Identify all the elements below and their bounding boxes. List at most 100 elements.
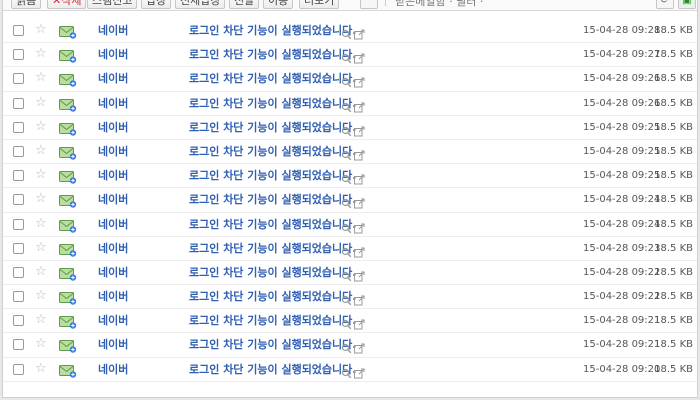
search-icon[interactable] <box>341 98 352 112</box>
sender-link[interactable]: 네이버 <box>98 23 128 38</box>
star-icon[interactable]: ☆ <box>35 264 47 280</box>
row-checkbox[interactable] <box>13 194 24 206</box>
subject-link[interactable]: 로그인 차단 기능이 실행되었습니다. <box>189 71 356 86</box>
forward-button[interactable]: 전달 <box>229 0 260 9</box>
search-icon[interactable] <box>341 194 352 209</box>
sender-link[interactable]: 네이버 <box>98 217 128 232</box>
mail-row[interactable]: ☆ 네이버 로그인 차단 기능이 실행되었습니다. 15-04-28 09:27 <box>3 43 697 68</box>
open-window-icon[interactable] <box>354 194 365 209</box>
search-icon[interactable] <box>341 315 352 330</box>
open-window-icon[interactable] <box>354 315 365 330</box>
row-checkbox[interactable] <box>13 242 24 254</box>
star-icon[interactable]: ☆ <box>35 70 47 86</box>
mail-row[interactable]: ☆ 네이버 로그인 차단 기능이 실행되었습니다. 15-04-28 09:21 <box>3 333 697 358</box>
sender-link[interactable]: 네이버 <box>98 192 128 207</box>
sender-link[interactable]: 네이버 <box>98 120 128 135</box>
row-checkbox[interactable] <box>13 25 24 36</box>
star-icon[interactable]: ☆ <box>35 95 47 111</box>
star-icon[interactable]: ☆ <box>35 216 47 232</box>
search-icon[interactable] <box>341 146 352 161</box>
search-icon[interactable] <box>341 243 352 257</box>
search-icon[interactable] <box>341 170 352 185</box>
mail-row[interactable]: ☆ 네이버 로그인 차단 기능이 실행되었습니다. 15-04-28 09:22 <box>3 261 697 286</box>
subject-link[interactable]: 로그인 차단 기능이 실행되었습니다. <box>189 96 356 111</box>
sender-link[interactable]: 네이버 <box>98 289 128 304</box>
row-checkbox[interactable] <box>13 49 24 61</box>
mail-row[interactable]: ☆ 네이버 로그인 차단 기능이 실행되었습니다. 15-04-28 09:26 <box>3 67 697 92</box>
row-checkbox[interactable] <box>13 291 24 303</box>
star-icon[interactable]: ☆ <box>35 288 47 304</box>
row-checkbox[interactable] <box>13 339 24 351</box>
open-window-icon[interactable] <box>354 219 365 233</box>
subject-link[interactable]: 로그인 차단 기능이 실행되었습니다. <box>189 23 356 38</box>
star-icon[interactable]: ☆ <box>35 46 47 62</box>
sender-link[interactable]: 네이버 <box>98 96 128 111</box>
open-window-icon[interactable] <box>354 267 365 282</box>
mail-row[interactable]: ☆ 네이버 로그인 차단 기능이 실행되었습니다. 15-04-28 09:28 <box>3 19 697 44</box>
subject-link[interactable]: 로그인 차단 기능이 실행되었습니다. <box>189 192 356 207</box>
mail-row[interactable]: ☆ 네이버 로그인 차단 기능이 실행되었습니다. 15-04-28 09:25 <box>3 140 697 165</box>
mail-row[interactable]: ☆ 네이버 로그인 차단 기능이 실행되었습니다. 15-04-28 09:25 <box>3 116 697 140</box>
open-window-icon[interactable] <box>354 73 365 88</box>
row-checkbox[interactable] <box>13 266 24 278</box>
sender-link[interactable]: 네이버 <box>98 337 128 352</box>
search-icon[interactable] <box>341 364 352 378</box>
delete-button[interactable]: ✕삭제 <box>47 0 87 9</box>
search-icon[interactable] <box>341 25 352 40</box>
search-icon[interactable] <box>341 49 352 64</box>
row-checkbox[interactable] <box>13 218 24 230</box>
subject-link[interactable]: 로그인 차단 기능이 실행되었습니다. <box>189 120 356 135</box>
star-icon[interactable]: ☆ <box>35 22 47 38</box>
subject-link[interactable]: 로그인 차단 기능이 실행되었습니다. <box>189 337 356 352</box>
open-window-icon[interactable] <box>354 98 365 113</box>
spam-report-button[interactable]: 스팸신고 <box>87 0 138 9</box>
star-icon[interactable]: ☆ <box>35 143 47 159</box>
star-icon[interactable]: ☆ <box>35 361 47 377</box>
star-icon[interactable]: ☆ <box>35 336 47 352</box>
star-icon[interactable]: ☆ <box>35 191 47 207</box>
subject-link[interactable]: 로그인 차단 기능이 실행되었습니다. <box>189 313 356 328</box>
row-checkbox[interactable] <box>13 145 24 157</box>
subject-link[interactable]: 로그인 차단 기능이 실행되었습니다. <box>189 362 356 377</box>
search-icon[interactable] <box>341 291 352 306</box>
search-icon[interactable] <box>341 219 352 233</box>
star-icon[interactable]: ☆ <box>35 119 47 135</box>
open-window-icon[interactable] <box>354 364 365 379</box>
open-window-icon[interactable] <box>354 291 365 306</box>
mail-row[interactable]: ☆ 네이버 로그인 차단 기능이 실행되었습니다. 15-04-28 09:25 <box>3 164 697 189</box>
app-icon[interactable]: ▣ <box>678 0 696 9</box>
subject-link[interactable]: 로그인 차단 기능이 실행되었습니다. <box>189 265 356 280</box>
sender-link[interactable]: 네이버 <box>98 362 128 377</box>
mail-row[interactable]: ☆ 네이버 로그인 차단 기능이 실행되었습니다. 15-04-28 09:20 <box>3 358 697 382</box>
subject-link[interactable]: 로그인 차단 기능이 실행되었습니다. <box>189 217 356 232</box>
open-window-icon[interactable] <box>354 146 365 161</box>
refresh-icon[interactable]: ⟳ <box>656 0 674 9</box>
sender-link[interactable]: 네이버 <box>98 168 128 183</box>
open-window-icon[interactable] <box>354 122 365 137</box>
mail-row[interactable]: ☆ 네이버 로그인 차단 기능이 실행되었습니다. 15-04-28 09:24 <box>3 188 697 213</box>
sender-link[interactable]: 네이버 <box>98 71 128 86</box>
row-checkbox[interactable] <box>13 170 24 182</box>
subject-link[interactable]: 로그인 차단 기능이 실행되었습니다. <box>189 289 356 304</box>
open-window-icon[interactable] <box>354 243 365 258</box>
reply-all-button[interactable]: 전체답장 <box>175 0 226 9</box>
open-window-icon[interactable] <box>354 25 365 40</box>
mail-row[interactable]: ☆ 네이버 로그인 차단 기능이 실행되었습니다. 15-04-28 09:22 <box>3 285 697 310</box>
read-button[interactable]: 읽음 <box>11 0 42 9</box>
star-icon[interactable]: ☆ <box>35 240 47 256</box>
sender-link[interactable]: 네이버 <box>98 241 128 256</box>
open-window-icon[interactable] <box>354 339 365 354</box>
star-icon[interactable]: ☆ <box>35 312 47 328</box>
move-button[interactable]: 이동 <box>263 0 294 9</box>
mail-row[interactable]: ☆ 네이버 로그인 차단 기능이 실행되었습니다. 15-04-28 09:26 <box>3 92 697 116</box>
row-checkbox[interactable] <box>13 97 24 109</box>
subject-link[interactable]: 로그인 차단 기능이 실행되었습니다. <box>189 168 356 183</box>
more-button[interactable]: 더보기 <box>299 0 340 9</box>
mail-row[interactable]: ☆ 네이버 로그인 차단 기능이 실행되었습니다. 15-04-28 09:23 <box>3 237 697 261</box>
sender-link[interactable]: 네이버 <box>98 265 128 280</box>
mail-row[interactable]: ☆ 네이버 로그인 차단 기능이 실행되었습니다. 15-04-28 09:24 <box>3 213 697 237</box>
sender-link[interactable]: 네이버 <box>98 47 128 62</box>
toolbar-checkbox-button[interactable] <box>360 0 378 9</box>
open-window-icon[interactable] <box>354 170 365 185</box>
search-icon[interactable] <box>341 267 352 282</box>
